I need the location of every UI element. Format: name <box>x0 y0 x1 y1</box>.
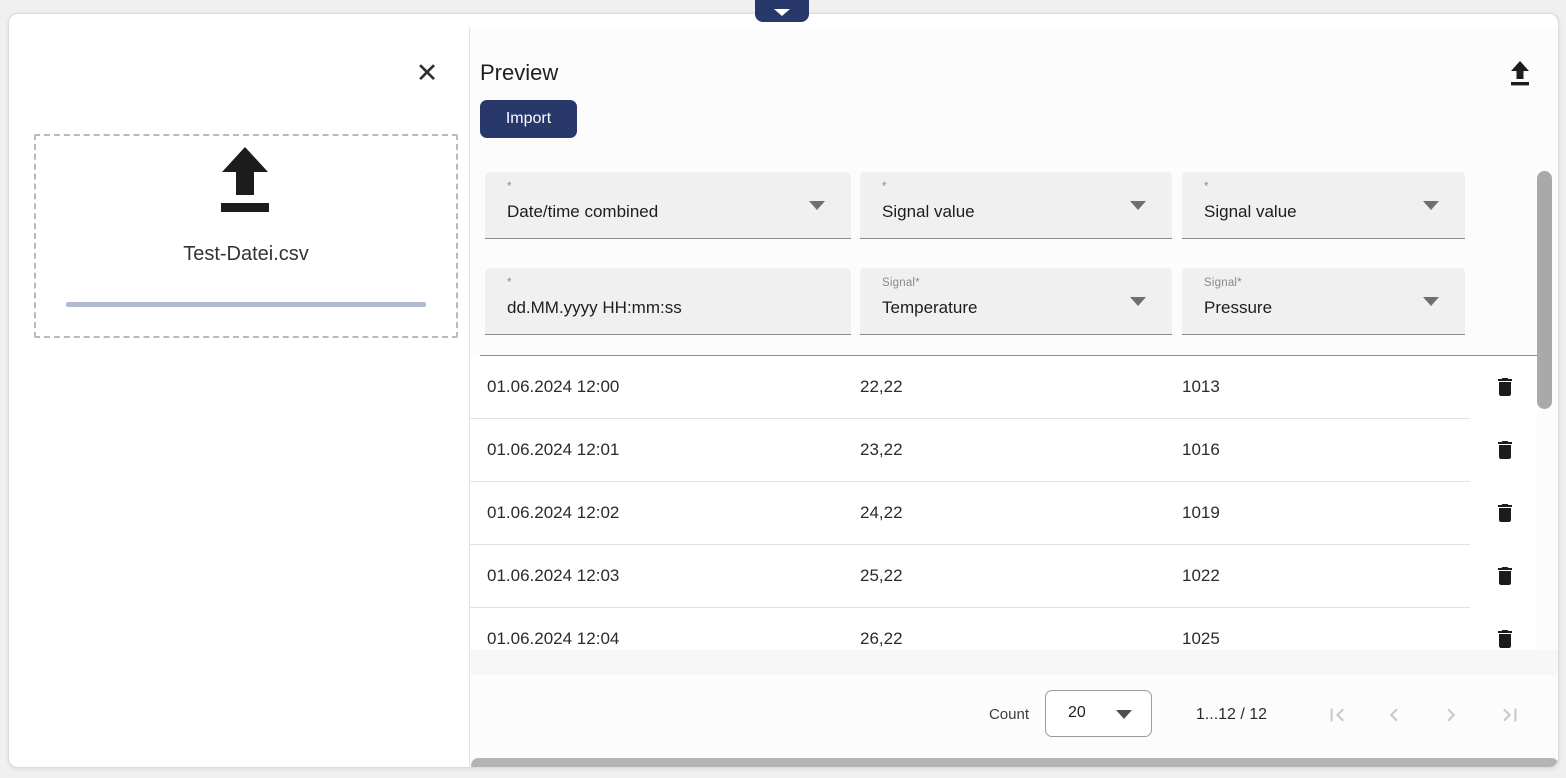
cell-temperature: 22,22 <box>860 377 903 397</box>
chevron-down-icon <box>1130 201 1146 210</box>
chevron-down-icon <box>1423 297 1439 306</box>
vertical-scrollbar[interactable] <box>1537 171 1552 409</box>
field-value: dd.MM.yyyy HH:mm:ss <box>507 298 831 318</box>
chevron-down-icon <box>1423 201 1439 210</box>
delete-row-button[interactable] <box>1490 498 1520 528</box>
chevron-right-icon <box>1438 702 1464 728</box>
field-signal-label: Signal* <box>1204 277 1445 292</box>
column-type-select-2[interactable]: * Signal value <box>860 172 1172 239</box>
cell-pressure: 1019 <box>1182 503 1220 523</box>
cell-datetime: 01.06.2024 12:01 <box>487 440 619 460</box>
upload-icon <box>217 145 273 217</box>
upload-progress-bar <box>66 302 426 307</box>
chevron-left-icon <box>1381 702 1407 728</box>
last-page-icon <box>1497 702 1523 728</box>
cell-pressure: 1016 <box>1182 440 1220 460</box>
cell-pressure: 1025 <box>1182 629 1220 649</box>
chevron-down-icon <box>774 9 790 16</box>
horizontal-scrollbar[interactable] <box>471 758 1559 768</box>
column-type-select-1[interactable]: * Date/time combined <box>485 172 851 239</box>
pagination-range-label: 1...12 / 12 <box>1174 706 1289 724</box>
table-row: 01.06.2024 12:02 24,22 1019 <box>470 482 1470 545</box>
page-title: Preview <box>480 60 558 86</box>
delete-row-button[interactable] <box>1490 624 1520 650</box>
delete-row-button[interactable] <box>1490 435 1520 465</box>
trash-icon <box>1493 627 1517 650</box>
cell-temperature: 23,22 <box>860 440 903 460</box>
last-page-button[interactable] <box>1497 702 1523 728</box>
import-button[interactable]: Import <box>480 100 577 138</box>
page-size-select[interactable]: 20 <box>1045 690 1152 737</box>
trash-icon <box>1493 375 1517 399</box>
signal-select-temperature[interactable]: Signal* Temperature <box>860 268 1172 335</box>
field-signal-label: Signal* <box>882 277 1152 292</box>
cell-temperature: 26,22 <box>860 629 903 649</box>
chevron-down-icon <box>1130 297 1146 306</box>
field-required-label: * <box>1204 181 1445 196</box>
table-row: 01.06.2024 12:01 23,22 1016 <box>470 419 1470 482</box>
cell-datetime: 01.06.2024 12:00 <box>487 377 619 397</box>
cell-datetime: 01.06.2024 12:02 <box>487 503 619 523</box>
preview-table: 01.06.2024 12:00 22,22 1013 01.06.2024 1… <box>470 356 1537 650</box>
field-value: Temperature <box>882 298 1152 318</box>
cell-pressure: 1022 <box>1182 566 1220 586</box>
cell-temperature: 24,22 <box>860 503 903 523</box>
field-value: Date/time combined <box>507 202 831 222</box>
chevron-down-icon <box>1116 710 1132 719</box>
trash-icon <box>1493 438 1517 462</box>
signal-select-pressure[interactable]: Signal* Pressure <box>1182 268 1465 335</box>
trash-icon <box>1493 564 1517 588</box>
close-button[interactable]: ✕ <box>411 57 443 89</box>
cell-pressure: 1013 <box>1182 377 1220 397</box>
count-label: Count <box>944 706 1029 723</box>
first-page-button[interactable] <box>1324 702 1350 728</box>
delete-row-button[interactable] <box>1490 561 1520 591</box>
delete-row-button[interactable] <box>1490 372 1520 402</box>
collapse-panel-tab[interactable] <box>755 0 809 22</box>
cell-datetime: 01.06.2024 12:03 <box>487 566 619 586</box>
trash-icon <box>1493 501 1517 525</box>
dialog-card: ✕ Test-Datei.csv Preview Import * Date/t… <box>8 13 1559 768</box>
field-required-label: * <box>507 181 831 196</box>
cell-temperature: 25,22 <box>860 566 903 586</box>
import-dialog: ✕ Test-Datei.csv Preview Import * Date/t… <box>0 0 1566 778</box>
table-row: 01.06.2024 12:00 22,22 1013 <box>470 356 1470 419</box>
field-value: Pressure <box>1204 298 1445 318</box>
chevron-down-icon <box>809 201 825 210</box>
page-size-value: 20 <box>1068 704 1086 722</box>
column-type-select-3[interactable]: * Signal value <box>1182 172 1465 239</box>
table-row: 01.06.2024 12:03 25,22 1022 <box>470 545 1470 608</box>
datetime-format-input[interactable]: * dd.MM.yyyy HH:mm:ss <box>485 268 851 335</box>
cell-datetime: 01.06.2024 12:04 <box>487 629 619 649</box>
field-value: Signal value <box>882 202 1152 222</box>
field-required-label: * <box>882 181 1152 196</box>
table-footer-gap <box>470 650 1559 675</box>
field-required-label: * <box>507 277 831 292</box>
first-page-icon <box>1324 702 1350 728</box>
previous-page-button[interactable] <box>1381 702 1407 728</box>
uploaded-file-name: Test-Datei.csv <box>34 243 458 266</box>
table-row: 01.06.2024 12:04 26,22 1025 <box>470 608 1470 650</box>
export-upload-icon[interactable] <box>1508 60 1532 86</box>
next-page-button[interactable] <box>1438 702 1464 728</box>
field-value: Signal value <box>1204 202 1445 222</box>
